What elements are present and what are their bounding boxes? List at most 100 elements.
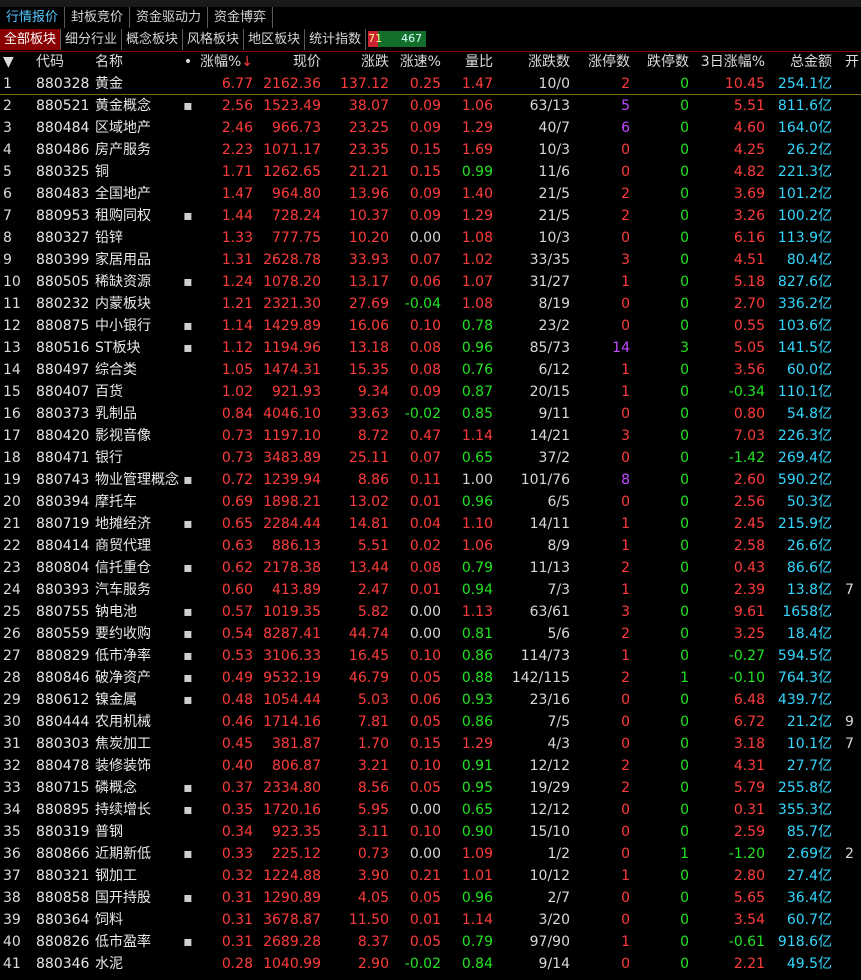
table-row[interactable]: 20 880394 摩托车 0.69 1898.21 13.02 0.01 0.96 6/5 0 0…	[0, 491, 861, 513]
change: 5.95	[357, 802, 389, 818]
tab-style[interactable]: 风格板块	[183, 29, 245, 50]
table-row[interactable]: 17 880420 影视音像 0.73 1197.10 8.72 0.47 1.14 14/21…	[0, 425, 861, 447]
table-row[interactable]: 19 880743 物业管理概念 ▪ 0.72 1239.94 8.86 0.11 1.00 10…	[0, 469, 861, 491]
tab-limit-auction[interactable]: 封板竞价	[65, 7, 131, 28]
board-code: 880328	[36, 76, 90, 92]
table-row[interactable]: 13 880516 ST板块 ▪ 1.12 1194.96 13.18 0.08 0.96 85/…	[0, 337, 861, 359]
board-name: 钢加工	[95, 868, 137, 884]
table-row[interactable]: 21 880719 地摊经济 ▪ 0.65 2284.44 14.81 0.04 1.10 14/…	[0, 513, 861, 535]
row-index: 18	[3, 450, 21, 466]
tab-capital-game[interactable]: 资金博弈	[208, 7, 274, 28]
board-name: 铜	[95, 164, 109, 180]
table-row[interactable]: 33 880715 磷概念 ▪ 0.37 2334.80 8.56 0.05 0.95 19/29…	[0, 777, 861, 799]
table-row[interactable]: 7 880953 租购同权 ▪ 1.44 728.24 10.37 0.09 1.29 21/5 2…	[0, 205, 861, 227]
table-row[interactable]: 18 880471 银行 0.73 3483.89 25.11 0.07 0.65 37/2 0 0…	[0, 447, 861, 469]
limit-down-count: 1	[680, 846, 689, 862]
tab-quote[interactable]: 行情报价	[0, 7, 66, 28]
tab-region[interactable]: 地区板块	[244, 29, 306, 50]
table-row[interactable]: 1 880328 黄金 6.77 2162.36 137.12 0.25 1.47 10/0 2 0…	[0, 73, 861, 95]
col-speed[interactable]: 涨速%	[392, 51, 441, 73]
three-day-pct: 6.48	[733, 692, 765, 708]
row-index: 26	[3, 626, 21, 642]
col-change-pct[interactable]: 涨幅%↓	[196, 51, 253, 73]
table-row[interactable]: 31 880303 焦炭加工 0.45 381.87 1.70 0.15 1.29 4/3 0 0 3…	[0, 733, 861, 755]
open-value	[845, 513, 861, 535]
table-row[interactable]: 34 880895 持续增长 ▪ 0.35 1720.16 5.95 0.00 0.65 12/1…	[0, 799, 861, 821]
table-row[interactable]: 9 880399 家居用品 1.31 2628.78 33.93 0.07 1.02 33/35…	[0, 249, 861, 271]
adv-dec: 10/3	[538, 230, 570, 246]
tab-industry[interactable]: 细分行业	[61, 29, 123, 50]
table-row[interactable]: 39 880364 饲料 0.31 3678.87 11.50 0.01 1.14 3/20 0 0…	[0, 909, 861, 931]
table-row[interactable]: 8 880327 铅锌 1.33 777.75 10.20 0.00 1.08 10/3 0 0 6.…	[0, 227, 861, 249]
col-price[interactable]: 现价	[255, 51, 321, 73]
table-row[interactable]: 28 880846 破净资产 ▪ 0.49 9532.19 46.79 0.05 0.88 142…	[0, 667, 861, 689]
price: 1078.20	[263, 274, 321, 290]
table-row[interactable]: 32 880478 装修装饰 0.40 806.87 3.21 0.10 0.91 12/12 2…	[0, 755, 861, 777]
table-row[interactable]: 23 880804 信托重仓 ▪ 0.62 2178.38 13.44 0.08 0.79 11/…	[0, 557, 861, 579]
amount: 221.3亿	[777, 164, 832, 180]
table-row[interactable]: 11 880232 内蒙板块 1.21 2321.30 27.69 -0.04 1.08 8/1…	[0, 293, 861, 315]
table-row[interactable]: 3 880484 区域地产 2.46 966.73 23.25 0.09 1.29 40/7 6 0…	[0, 117, 861, 139]
table-row[interactable]: 6 880483 全国地产 1.47 964.80 13.96 0.09 1.40 21/5 2 0…	[0, 183, 861, 205]
top-menu-strip[interactable]	[0, 0, 861, 7]
tab-stat-index[interactable]: 统计指数	[305, 29, 367, 50]
row-mark: ▪	[183, 560, 193, 576]
amount: 27.7亿	[786, 758, 832, 774]
table-row[interactable]: 36 880866 近期新低 ▪ 0.33 225.12 0.73 0.00 1.09 1/2 0 1…	[0, 843, 861, 865]
table-row[interactable]: 40 880826 低市盈率 ▪ 0.31 2689.28 8.37 0.05 0.79 97/9…	[0, 931, 861, 953]
col-limit-down[interactable]: 跌停数	[634, 51, 689, 73]
row-index: 41	[3, 956, 21, 972]
adv-dec: 10/3	[538, 142, 570, 158]
table-row[interactable]: 5 880325 铜 1.71 1262.65 21.21 0.15 0.99 11/6 0 0 4.…	[0, 161, 861, 183]
col-code[interactable]: 代码	[36, 51, 96, 73]
col-3day-pct[interactable]: 3日涨幅%	[695, 51, 765, 73]
tab-concept[interactable]: 概念板块	[122, 29, 184, 50]
row-mark	[182, 447, 194, 469]
table-row[interactable]: 12 880875 中小银行 ▪ 1.14 1429.89 16.06 0.10 0.78 23/…	[0, 315, 861, 337]
col-name[interactable]: 名称	[95, 51, 193, 73]
table-row[interactable]: 37 880321 钢加工 0.32 1224.88 3.90 0.21 1.01 10/12 1…	[0, 865, 861, 887]
table-row[interactable]: 38 880858 国开持股 ▪ 0.31 1290.89 4.05 0.05 0.96 2/7 0…	[0, 887, 861, 909]
col-change[interactable]: 涨跌	[323, 51, 389, 73]
table-header: ▼ 代码 名称 • 涨幅%↓ 现价 涨跌 涨速% 量比 涨跌数 涨停数 跌停数 …	[0, 51, 861, 73]
table-row[interactable]: 29 880612 镍金属 ▪ 0.48 1054.44 5.03 0.06 0.93 23/16…	[0, 689, 861, 711]
col-mark[interactable]: •	[182, 51, 194, 73]
table-row[interactable]: 16 880373 乳制品 0.84 4046.10 33.63 -0.02 0.85 9/11…	[0, 403, 861, 425]
col-adv-dec[interactable]: 涨跌数	[500, 51, 570, 73]
tab-all-boards[interactable]: 全部板块	[0, 29, 62, 50]
sort-toggle-icon[interactable]: ▼	[3, 51, 25, 73]
table-row[interactable]: 27 880829 低市净率 ▪ 0.53 3106.33 16.45 0.10 0.86 114…	[0, 645, 861, 667]
table-row[interactable]: 10 880505 稀缺资源 ▪ 1.24 1078.20 13.17 0.06 1.07 31/…	[0, 271, 861, 293]
table-row[interactable]: 2 880521 黄金概念 ▪ 2.56 1523.49 38.07 0.09 1.06 63/1…	[0, 95, 861, 117]
table-row[interactable]: 26 880559 要约收购 ▪ 0.54 8287.41 44.74 0.00 0.81 5/6…	[0, 623, 861, 645]
limit-down-count: 0	[680, 296, 689, 312]
board-name: 信托重仓	[95, 560, 151, 576]
col-volume-ratio[interactable]: 量比	[444, 51, 493, 73]
table-row[interactable]: 25 880755 钠电池 ▪ 0.57 1019.35 5.82 0.00 1.13 63/61…	[0, 601, 861, 623]
limit-up-count: 0	[621, 692, 630, 708]
limit-up-count: 2	[621, 670, 630, 686]
change: 33.63	[348, 406, 389, 422]
speed: 0.01	[409, 582, 441, 598]
table-row[interactable]: 4 880486 房产服务 2.23 1071.17 23.35 0.15 1.69 10/3 0…	[0, 139, 861, 161]
table-row[interactable]: 22 880414 商贸代理 0.63 886.13 5.51 0.02 1.06 8/9 1 0 2…	[0, 535, 861, 557]
change: 2.47	[357, 582, 389, 598]
col-amount[interactable]: 总金额	[770, 51, 832, 73]
table-row[interactable]: 30 880444 农用机械 0.46 1714.16 7.81 0.05 0.86 7/5 0 0…	[0, 711, 861, 733]
open-value	[845, 183, 861, 205]
col-open[interactable]: 开	[845, 51, 861, 73]
change-pct: 0.69	[221, 494, 253, 510]
table-row[interactable]: 15 880407 百货 1.02 921.93 9.34 0.09 0.87 20/15 1 0 -…	[0, 381, 861, 403]
speed: 0.10	[409, 318, 441, 334]
tab-capital-drive[interactable]: 资金驱动力	[130, 7, 209, 28]
col-limit-up[interactable]: 涨停数	[575, 51, 630, 73]
change-pct: 0.32	[221, 868, 253, 884]
limit-down-count: 0	[680, 384, 689, 400]
table-row[interactable]: 41 880346 水泥 0.28 1040.99 2.90 -0.02 0.84 9/14 0 0…	[0, 953, 861, 975]
table-row[interactable]: 14 880497 综合类 1.05 1474.31 15.35 0.08 0.76 6/12 1…	[0, 359, 861, 381]
table-row[interactable]: 35 880319 普钢 0.34 923.35 3.11 0.10 0.90 15/10 0 0 2…	[0, 821, 861, 843]
table-row[interactable]: 24 880393 汽车服务 0.60 413.89 2.47 0.01 0.94 7/3 1 0 2…	[0, 579, 861, 601]
change: 3.90	[357, 868, 389, 884]
volume-ratio: 0.91	[461, 758, 493, 774]
board-name: 房产服务	[95, 142, 151, 158]
